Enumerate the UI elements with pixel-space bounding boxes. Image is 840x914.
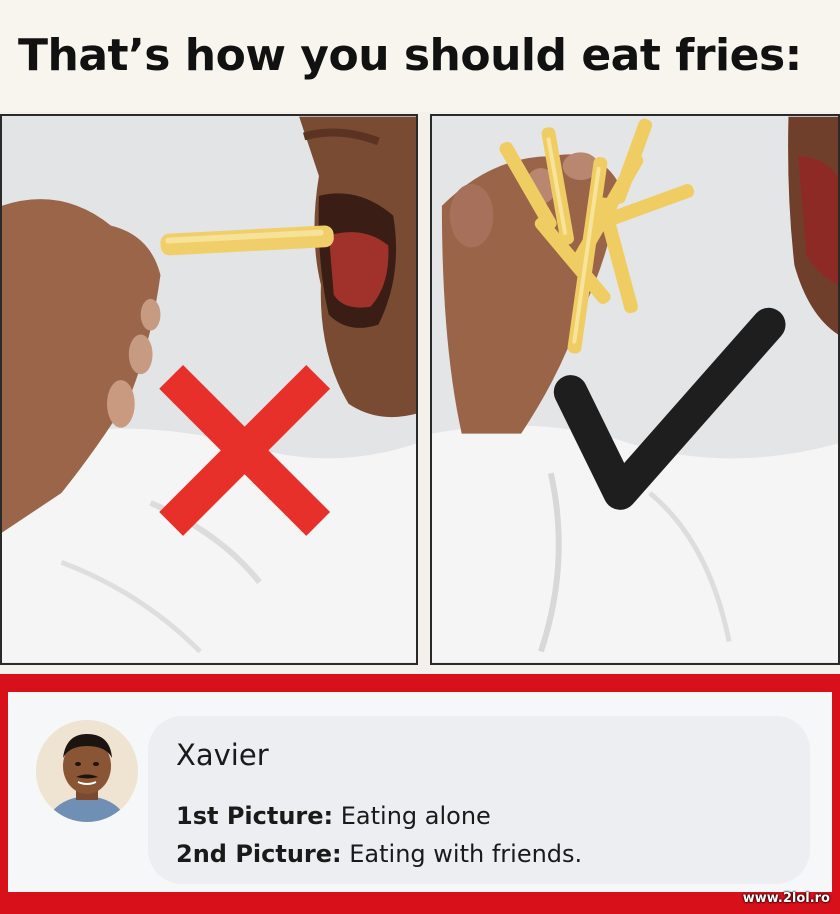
person-avatar-icon [36,720,138,822]
comment-frame: Xavier 1st Picture: Eating alone 2nd Pic… [0,674,840,914]
meme-title: That’s how you should eat fries: [18,30,802,81]
title-bar: That’s how you should eat fries: [0,0,840,112]
comment-author[interactable]: Xavier [176,738,269,772]
watermark: www.2lol.ro [742,891,830,906]
comment-line-2-label: 2nd Picture: [176,840,342,868]
comment-bubble: Xavier 1st Picture: Eating alone 2nd Pic… [148,716,810,884]
comment-line-2-text: Eating with friends. [341,840,583,868]
handful-fries-photo [432,116,838,663]
comment-line-1: 1st Picture: Eating alone [176,802,491,830]
comment-line-1-text: Eating alone [333,802,491,830]
left-photo-panel [0,114,418,665]
comment-line-1-label: 1st Picture: [176,802,334,830]
avatar[interactable] [36,720,138,822]
single-fry-photo [2,116,416,663]
right-photo-panel [430,114,840,665]
comment-line-2: 2nd Picture: Eating with friends. [176,840,582,868]
comment-card: Xavier 1st Picture: Eating alone 2nd Pic… [8,692,832,892]
